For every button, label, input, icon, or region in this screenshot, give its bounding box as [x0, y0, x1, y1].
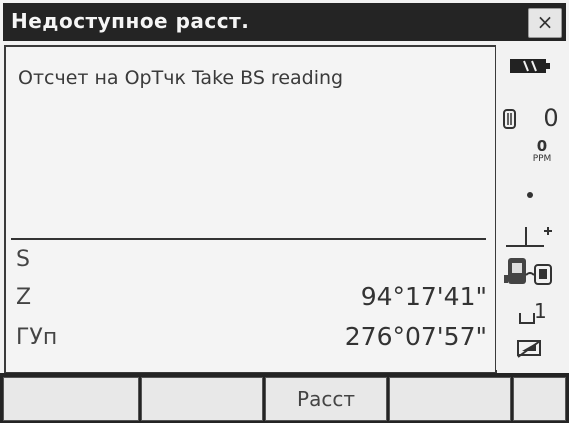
- ppm-icon: 0 PPM: [526, 137, 558, 165]
- ppm-unit: PPM: [532, 154, 552, 164]
- page-indicator-icon: 1: [518, 299, 558, 327]
- close-button[interactable]: ×: [528, 8, 562, 38]
- instruction-message: Отсчет на ОрТчк Take BS reading: [18, 67, 344, 89]
- main-panel: Отсчет на ОрТчк Take BS reading S Z 94°1…: [4, 45, 497, 374]
- target-height-icon: [506, 227, 552, 247]
- page-number: 1: [534, 299, 547, 323]
- softkey-2[interactable]: [141, 377, 263, 421]
- divider: [11, 238, 486, 240]
- distance-button[interactable]: Расст: [265, 377, 387, 421]
- screen-frame: Недоступное расст. × Отсчет на ОрТчк Tak…: [0, 0, 569, 423]
- label-s: S: [16, 247, 30, 272]
- softkey-bar: Расст: [0, 373, 569, 423]
- value-z: 94°17'41": [360, 282, 487, 311]
- label-hangle: ГУп: [16, 325, 58, 350]
- prism-constant-value: 0: [543, 104, 559, 132]
- dot-icon: [527, 192, 533, 198]
- title-bar: Недоступное расст. ×: [3, 3, 566, 41]
- ppm-value: 0: [536, 137, 548, 155]
- instrument-icon: [504, 258, 552, 285]
- softkey-4[interactable]: [389, 377, 511, 421]
- prism-icon: [503, 109, 516, 129]
- label-z: Z: [16, 285, 32, 310]
- battery-icon: [510, 59, 550, 73]
- status-panel: 0 0 PPM 1: [496, 45, 568, 370]
- value-hangle: 276°07'57": [344, 322, 487, 351]
- signal-icon: [517, 340, 541, 358]
- softkey-5[interactable]: [513, 377, 566, 421]
- softkey-1[interactable]: [3, 377, 139, 421]
- window-title: Недоступное расст.: [11, 9, 250, 33]
